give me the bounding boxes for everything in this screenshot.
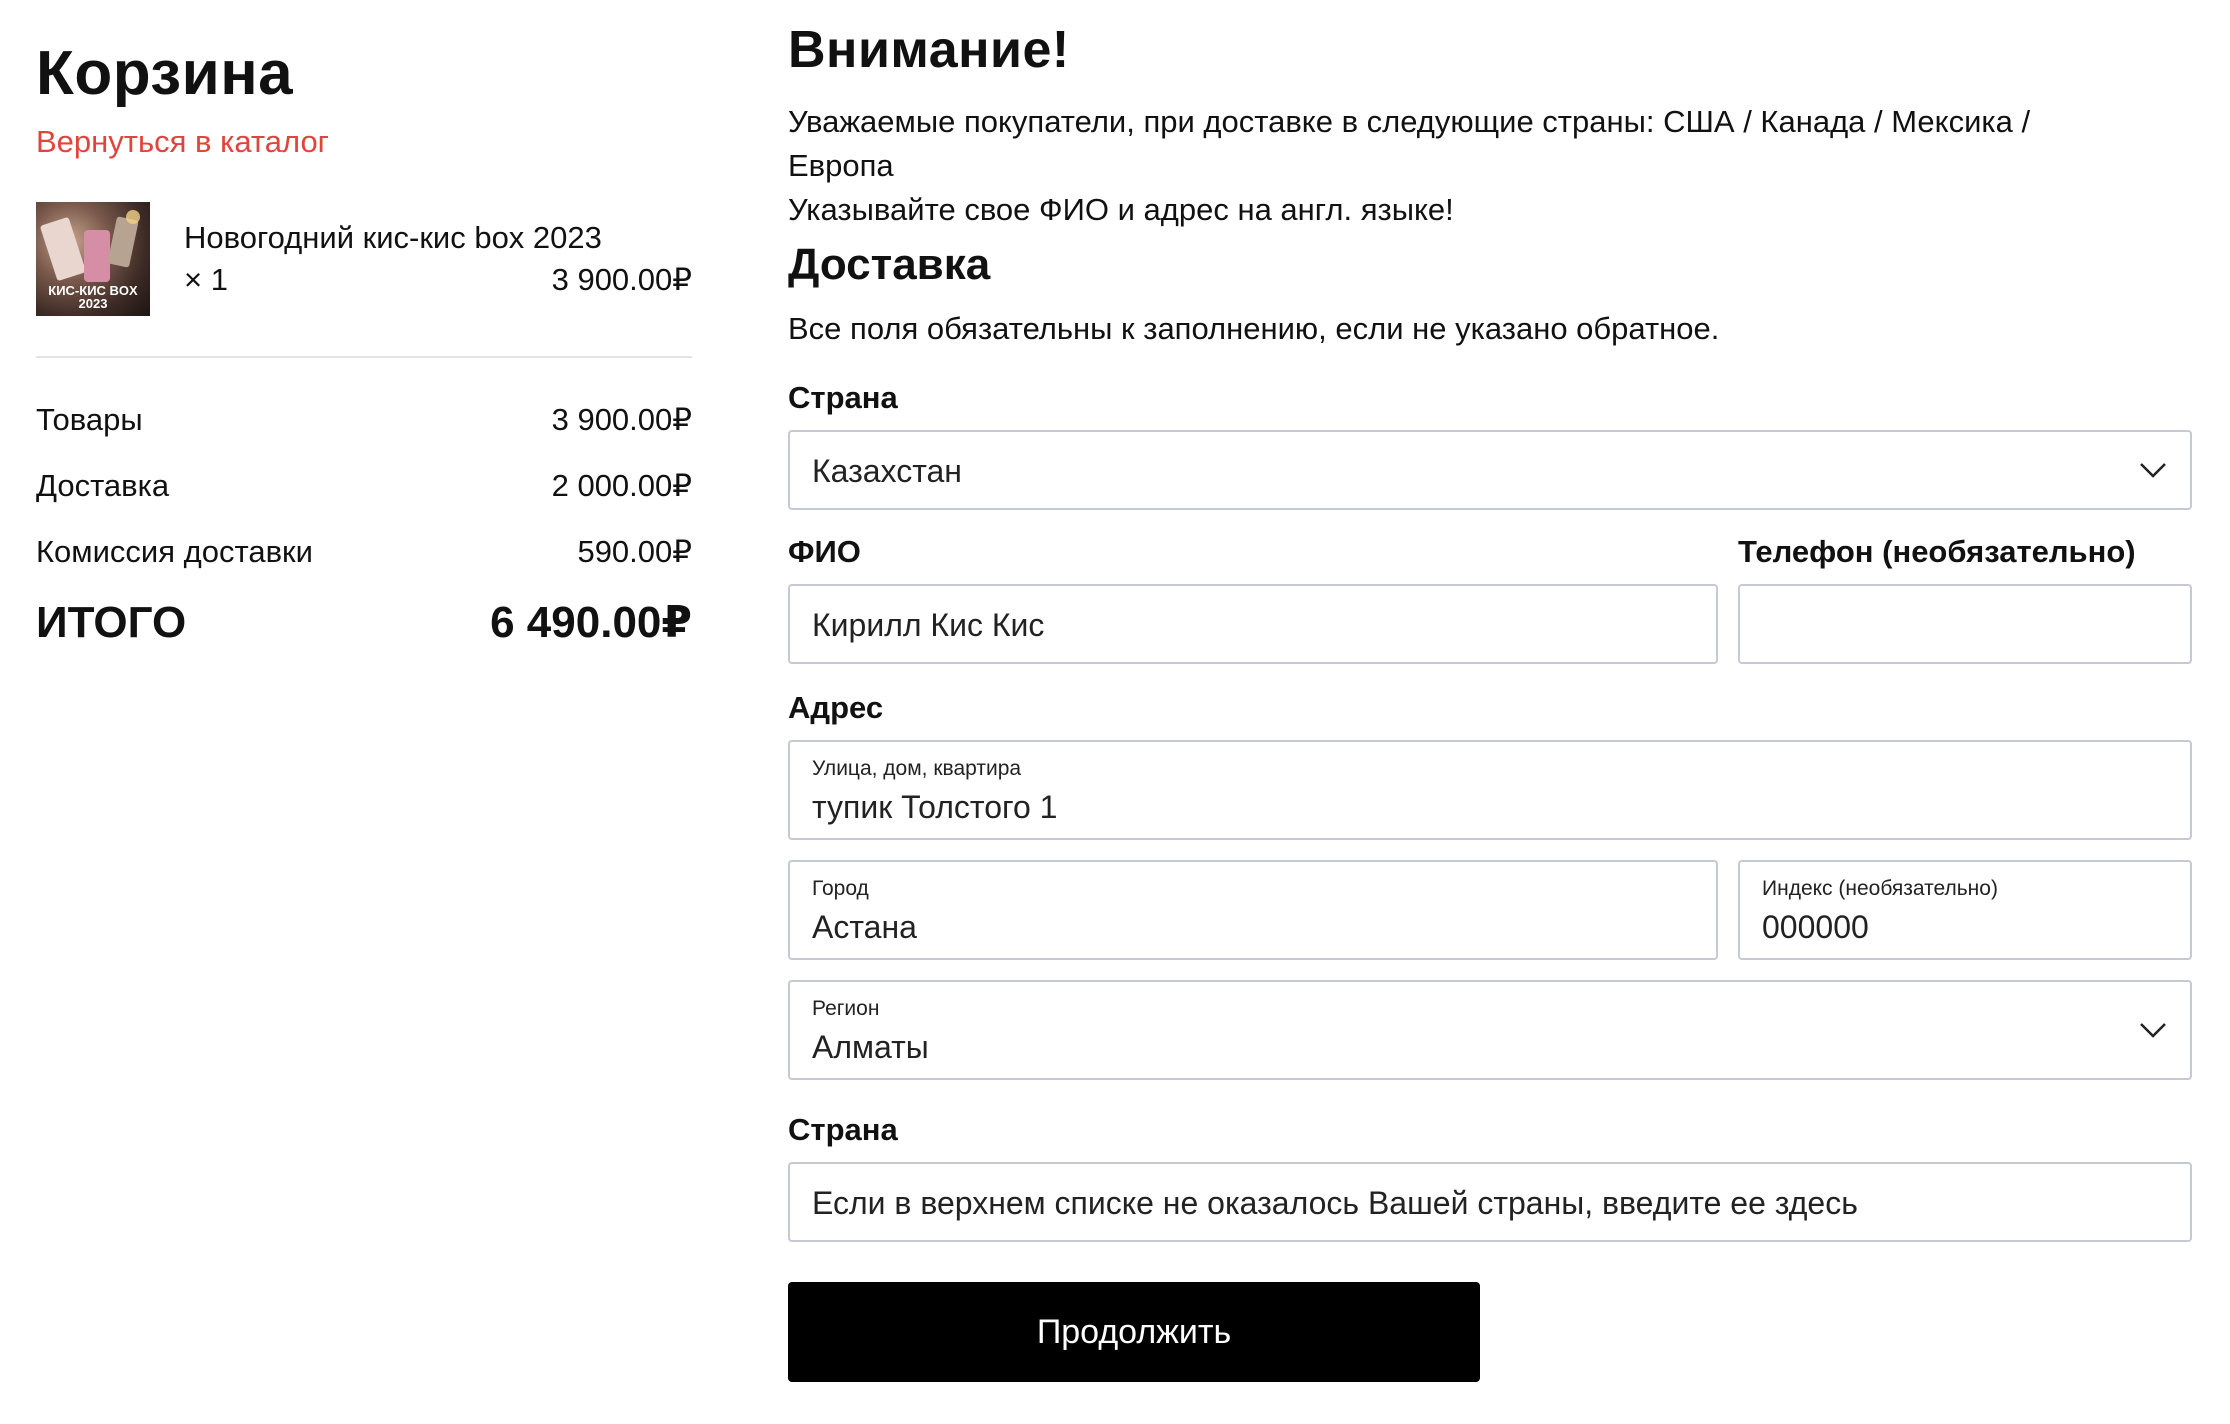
back-to-catalog-link[interactable]: Вернуться в каталог xyxy=(36,124,329,160)
region-floating-label: Регион xyxy=(812,997,880,1020)
notice-line: Уважаемые покупатели, при доставке в сле… xyxy=(788,104,2031,139)
delivery-form: Внимание! Уважаемые покупатели, при дост… xyxy=(788,18,2192,1382)
city-input[interactable]: Город Астана xyxy=(788,860,1718,960)
street-input[interactable]: Улица, дом, квартира тупик Толстого 1 xyxy=(788,740,2192,840)
chevron-down-icon xyxy=(2140,1023,2166,1038)
divider xyxy=(36,356,692,358)
total-value: 6 490.00₽ xyxy=(490,598,692,647)
cart-item: КИС-КИС BOX 2023 Новогодний кис-кис box … xyxy=(36,202,692,316)
chevron-down-icon xyxy=(2140,463,2166,478)
zip-floating-label: Индекс (необязательно) xyxy=(1762,877,1998,900)
checkout-page: Корзина Вернуться в каталог КИС-КИС BOX … xyxy=(0,0,2230,1424)
summary-label: Доставка xyxy=(36,468,170,503)
city-input-value: Астана xyxy=(812,909,917,945)
zip-input-value: 000000 xyxy=(1762,909,1869,945)
summary-row-goods: Товары 3 900.00₽ xyxy=(36,400,692,440)
country-select[interactable]: Казахстан xyxy=(788,430,2192,510)
summary-label: Товары xyxy=(36,402,143,437)
summary-label: Комиссия доставки xyxy=(36,534,313,569)
attention-notice: Уважаемые покупатели, при доставке в сле… xyxy=(788,100,2192,232)
region-select[interactable]: Регион Алматы xyxy=(788,980,2192,1080)
thumbnail-logo-text: КИС-КИС BOX 2023 xyxy=(48,283,138,311)
name-input-value: Кирилл Кис Кис xyxy=(812,607,1045,643)
phone-input[interactable] xyxy=(1738,584,2192,664)
continue-button[interactable]: Продолжить xyxy=(788,1282,1480,1382)
notice-line: Указывайте свое ФИО и адрес на англ. язы… xyxy=(788,192,1454,227)
country-label: Страна xyxy=(788,380,898,415)
cart-panel: Корзина Вернуться в каталог КИС-КИС BOX … xyxy=(36,36,692,650)
other-country-placeholder: Если в верхнем списке не оказалось Вашей… xyxy=(812,1185,1858,1221)
summary-row-delivery: Доставка 2 000.00₽ xyxy=(36,466,692,506)
country-select-value: Казахстан xyxy=(812,453,962,489)
item-name: Новогодний кис-кис box 2023 xyxy=(184,220,602,255)
zip-input[interactable]: Индекс (необязательно) 000000 xyxy=(1738,860,2192,960)
item-quantity: × 1 xyxy=(184,262,228,297)
product-thumbnail: КИС-КИС BOX 2023 xyxy=(36,202,150,316)
street-floating-label: Улица, дом, квартира xyxy=(812,757,1022,780)
region-select-value: Алматы xyxy=(812,1029,929,1065)
street-input-value: тупик Толстого 1 xyxy=(812,789,1058,825)
summary-value: 2 000.00₽ xyxy=(551,468,692,503)
other-country-label: Страна xyxy=(788,1112,898,1147)
item-price: 3 900.00₽ xyxy=(551,262,692,297)
total-row: ИТОГО 6 490.00₽ xyxy=(36,596,692,650)
cart-title: Корзина xyxy=(36,39,294,108)
name-input[interactable]: Кирилл Кис Кис xyxy=(788,584,1718,664)
summary-row-delivery-fee: Комиссия доставки 590.00₽ xyxy=(36,532,692,572)
summary-value: 590.00₽ xyxy=(577,534,692,569)
delivery-title: Доставка xyxy=(788,240,991,289)
phone-label: Телефон (необязательно) xyxy=(1738,534,2136,569)
name-label: ФИО xyxy=(788,534,861,569)
required-note: Все поля обязательны к заполнению, если … xyxy=(788,311,1720,346)
address-label: Адрес xyxy=(788,690,884,725)
other-country-input[interactable]: Если в верхнем списке не оказалось Вашей… xyxy=(788,1162,2192,1242)
summary-value: 3 900.00₽ xyxy=(551,402,692,437)
total-label: ИТОГО xyxy=(36,598,187,647)
city-floating-label: Город xyxy=(812,877,869,900)
notice-line: Европа xyxy=(788,148,894,183)
attention-title: Внимание! xyxy=(788,21,1070,79)
